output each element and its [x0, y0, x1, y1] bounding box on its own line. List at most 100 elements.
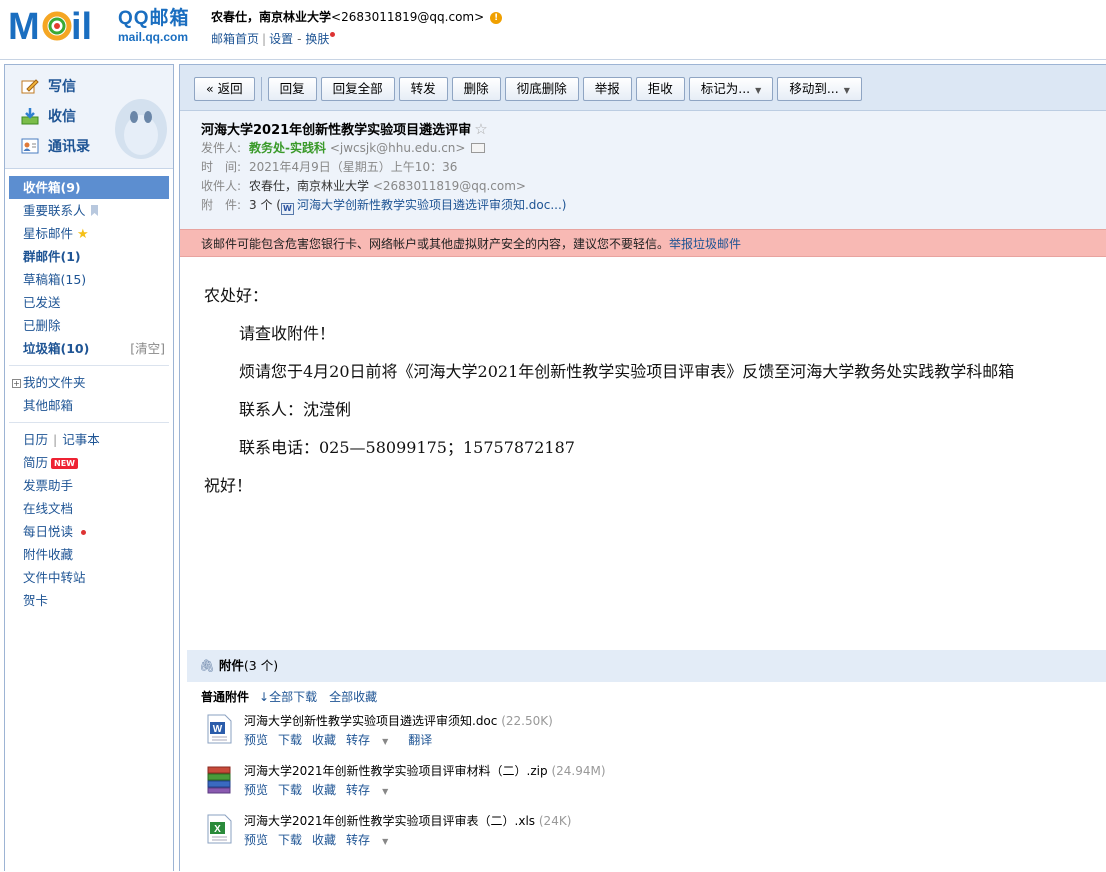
favorite-link[interactable]: 收藏	[312, 833, 336, 847]
favorite-link[interactable]: 收藏	[312, 783, 336, 797]
expand-icon[interactable]: +	[12, 379, 21, 388]
mail-reader: « 返回 回复 回复全部 转发 删除 彻底删除 举报 拒收 标记为... ▼ 移动…	[179, 64, 1106, 871]
tool-resume[interactable]: 简历 NEW	[5, 451, 173, 474]
greeting: 农处好：	[204, 286, 269, 305]
attachments-panel: 🖇 附件(3 个) 普通附件 ↓全部下载 全部收藏 W 河海大学创新性教学实验项目遴选…	[187, 650, 1106, 872]
preview-link[interactable]: 预览	[244, 833, 268, 847]
mailbox-home-link[interactable]: 邮箱首页	[211, 32, 259, 46]
attachment-count: 3 个 (	[249, 198, 281, 212]
folder-spam[interactable]: 垃圾箱(10) [清空]	[5, 337, 173, 360]
recipient-name: 农春仕，南京林业大学	[249, 179, 370, 193]
download-link[interactable]: 下载	[278, 733, 302, 747]
save-all-link[interactable]: 全部收藏	[329, 690, 377, 704]
save-to-label: 转存	[346, 783, 371, 797]
attachment-item: X 河海大学2021年创新性教学实验项目评审表（二）.xls (24K) 预览下…	[187, 812, 1106, 862]
folder-important-contacts[interactable]: 重要联系人	[5, 199, 173, 222]
download-link[interactable]: 下载	[278, 833, 302, 847]
body-line: 烦请您于4月20日前将《河海大学2021年创新性教学实验项目评审表》反馈至河海大…	[239, 362, 1015, 381]
file-name[interactable]: 河海大学2021年创新性教学实验项目评审材料（二）.zip	[244, 764, 548, 778]
preview-link[interactable]: 预览	[244, 783, 268, 797]
mark-as-dropdown[interactable]: 标记为... ▼	[688, 77, 774, 101]
reply-all-button[interactable]: 回复全部	[320, 77, 395, 101]
from-row: 发件人: 教务处-实践科 <jwcsjk@hhu.edu.cn>	[201, 139, 1106, 158]
attachment-label: 附 件:	[201, 198, 242, 212]
brand-name: QQ邮箱	[118, 8, 190, 29]
word-file-icon[interactable]: W	[205, 714, 233, 744]
download-all-link[interactable]: 全部下载	[269, 690, 317, 704]
qq-mail-logo[interactable]: M il	[8, 6, 112, 44]
forward-button[interactable]: 转发	[398, 77, 448, 101]
warning-text: 该邮件可能包含危害您银行卡、网络帐户或其他虚拟财产安全的内容，建议您不要轻信。	[201, 237, 670, 251]
save-to-label: 转存	[346, 833, 371, 847]
tool-file-transfer[interactable]: 文件中转站	[5, 566, 173, 589]
delete-permanently-button[interactable]: 彻底删除	[504, 77, 579, 101]
sender-name[interactable]: 教务处-实践科	[249, 141, 326, 155]
reply-button[interactable]: 回复	[267, 77, 317, 101]
tool-daily-reading[interactable]: 每日悦读	[5, 520, 173, 543]
star-icon: ★	[77, 227, 89, 242]
download-link[interactable]: 下载	[278, 783, 302, 797]
excel-file-icon[interactable]: X	[205, 814, 233, 844]
tool-online-docs[interactable]: 在线文档	[5, 497, 173, 520]
preview-link[interactable]: 预览	[244, 733, 268, 747]
clear-spam-link[interactable]: [清空]	[130, 337, 165, 360]
skin-link[interactable]: 换肤	[305, 32, 329, 46]
quick-actions: 写信 收信 通讯录	[5, 65, 173, 169]
vcard-icon[interactable]	[471, 143, 486, 153]
save-to-dropdown[interactable]: 转存 ▼	[346, 783, 398, 797]
folder-starred[interactable]: 星标邮件 ★	[5, 222, 173, 245]
calendar-link[interactable]: 日历	[23, 432, 48, 447]
move-to-dropdown[interactable]: 移动到... ▼	[777, 77, 862, 101]
reject-button[interactable]: 拒收	[635, 77, 685, 101]
folder-group-mail[interactable]: 群邮件(1)	[5, 245, 173, 268]
other-mailbox[interactable]: 其他邮箱	[5, 394, 173, 417]
settings-link[interactable]: 设置	[269, 32, 293, 46]
folder-sent[interactable]: 已发送	[5, 291, 173, 314]
zip-archive-icon[interactable]	[205, 764, 233, 794]
time-row: 时 间: 2021年4月9日（星期五）上午10：36	[201, 158, 1106, 177]
folder-drafts[interactable]: 草稿箱(15)	[5, 268, 173, 291]
star-icon[interactable]: ☆	[474, 120, 487, 138]
save-to-dropdown[interactable]: 转存 ▼	[346, 833, 398, 847]
tool-attachment-favorites[interactable]: 附件收藏	[5, 543, 173, 566]
attachment-ops: 预览 下载 收藏 转存 ▼ 翻译	[244, 730, 1106, 752]
svg-text:il: il	[71, 6, 92, 44]
folder-spam-label: 垃圾箱(10)	[23, 341, 90, 356]
report-button[interactable]: 举报	[582, 77, 632, 101]
notification-dot	[330, 32, 336, 37]
tool-invoice[interactable]: 发票助手	[5, 474, 173, 497]
report-spam-link[interactable]: 举报垃圾邮件	[669, 237, 741, 251]
closing: 祝好！	[204, 476, 253, 495]
paperclip-icon: 🖇	[199, 658, 215, 673]
delete-button[interactable]: 删除	[451, 77, 501, 101]
inbox-download-icon	[21, 108, 39, 125]
save-to-dropdown[interactable]: 转存 ▼	[346, 733, 398, 747]
favorite-link[interactable]: 收藏	[312, 733, 336, 747]
file-name[interactable]: 河海大学2021年创新性教学实验项目评审表（二）.xls	[244, 814, 535, 828]
attachments-title: 附件	[218, 658, 244, 673]
file-size: (24.94M)	[551, 764, 606, 778]
mail-header: 河海大学2021年创新性教学实验项目遴选评审 ☆ 发件人: 教务处-实践科 <jwc…	[180, 111, 1106, 229]
attachments-header: 🖇 附件(3 个)	[187, 650, 1106, 682]
warning-icon[interactable]: !	[490, 12, 503, 24]
notification-dot	[81, 530, 87, 535]
attachment-item: 河海大学2021年创新性教学实验项目评审材料（二）.zip (24.94M) 预…	[187, 762, 1106, 812]
folder-inbox[interactable]: 收件箱(9)	[9, 176, 169, 199]
tool-greeting-card[interactable]: 贺卡	[5, 589, 173, 612]
brand-text: QQ邮箱 mail.qq.com	[118, 9, 190, 45]
notebook-link[interactable]: 记事本	[62, 432, 100, 447]
mark-as-label: 标记为...	[700, 81, 751, 96]
chevron-down-icon: ▼	[382, 837, 389, 846]
attachment-summary-link[interactable]: 河海大学创新性教学实验项目遴选评审须知.doc...)	[297, 198, 567, 212]
translate-link[interactable]: 翻译	[408, 733, 432, 747]
contacts-icon	[21, 138, 39, 154]
account-info: 农春仕，南京林业大学<2683011819@qq.com>! 邮箱首页 | 设置 - 换…	[211, 8, 503, 47]
my-folders[interactable]: + 我的文件夹	[5, 371, 173, 394]
back-button[interactable]: « 返回	[194, 77, 255, 101]
folder-deleted[interactable]: 已删除	[5, 314, 173, 337]
subject-text: 河海大学2021年创新性教学实验项目遴选评审	[201, 123, 472, 138]
svg-text:W: W	[213, 724, 223, 735]
compose-label: 写信	[48, 79, 76, 95]
compose-icon	[21, 79, 39, 94]
file-name[interactable]: 河海大学创新性教学实验项目遴选评审须知.doc	[244, 714, 497, 728]
